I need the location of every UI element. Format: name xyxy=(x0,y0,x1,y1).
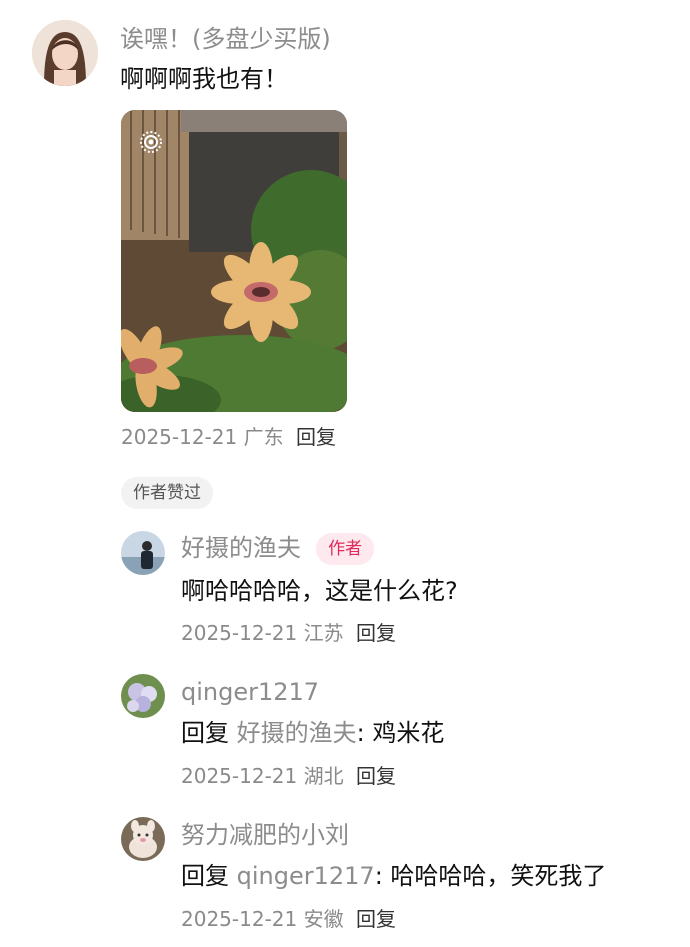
flower-photo-image xyxy=(121,110,347,412)
avatar-image xyxy=(32,20,98,86)
reply-location: 江苏 xyxy=(303,621,344,645)
author-liked-badge: 作者赞过 xyxy=(121,477,213,509)
reply-date: 2025-12-21 xyxy=(181,907,298,931)
reply-button[interactable]: 回复 xyxy=(296,425,336,449)
comment-username[interactable]: 诶嘿！(多盘少买版) xyxy=(120,24,331,54)
reply-username[interactable]: 好摄的渔夫 xyxy=(181,534,301,562)
avatar-image xyxy=(121,531,165,575)
reply-date: 2025-12-21 xyxy=(181,621,298,645)
reply-meta: 2025-12-21 江苏 回复 xyxy=(181,620,396,646)
avatar-image xyxy=(121,817,165,861)
reply-meta: 2025-12-21 湖北 回复 xyxy=(181,763,396,789)
reply-username[interactable]: 努力减肥的小刘 xyxy=(181,820,349,850)
avatar-image xyxy=(121,674,165,718)
avatar[interactable] xyxy=(32,20,98,86)
comment-text: 啊啊啊我也有！ xyxy=(120,65,288,93)
reply-text: 回复 qinger1217: 哈哈哈哈，笑死我了 xyxy=(181,861,606,891)
reply-meta: 2025-12-21 安徽 回复 xyxy=(181,906,396,932)
reply-mention[interactable]: 好摄的渔夫 xyxy=(237,719,357,747)
comment-photo[interactable] xyxy=(121,110,347,412)
comment-date: 2025-12-21 xyxy=(121,425,238,449)
avatar[interactable] xyxy=(121,674,165,718)
reply-location: 湖北 xyxy=(303,764,344,788)
reply-body: : 鸡米花 xyxy=(356,719,445,747)
comment-meta: 2025-12-21 广东 回复 xyxy=(121,424,336,450)
reply-mention[interactable]: qinger1217 xyxy=(237,862,375,890)
avatar[interactable] xyxy=(121,531,165,575)
reply-header: 好摄的渔夫 作者 xyxy=(181,533,375,565)
reply-body: : 哈哈哈哈，笑死我了 xyxy=(374,862,607,890)
author-tag: 作者 xyxy=(316,533,375,565)
comment-location: 广东 xyxy=(243,425,284,449)
reply-prefix: 回复 xyxy=(181,719,229,747)
reply-text: 啊哈哈哈哈，这是什么花? xyxy=(181,577,458,605)
reply-location: 安徽 xyxy=(303,907,344,931)
reply-date: 2025-12-21 xyxy=(181,764,298,788)
live-photo-icon[interactable] xyxy=(139,130,163,154)
reply-button[interactable]: 回复 xyxy=(356,764,396,788)
reply-prefix: 回复 xyxy=(181,862,229,890)
reply-button[interactable]: 回复 xyxy=(356,907,396,931)
reply-username[interactable]: qinger1217 xyxy=(181,677,319,707)
reply-button[interactable]: 回复 xyxy=(356,621,396,645)
avatar[interactable] xyxy=(121,817,165,861)
reply-text: 回复 好摄的渔夫: 鸡米花 xyxy=(181,718,444,748)
